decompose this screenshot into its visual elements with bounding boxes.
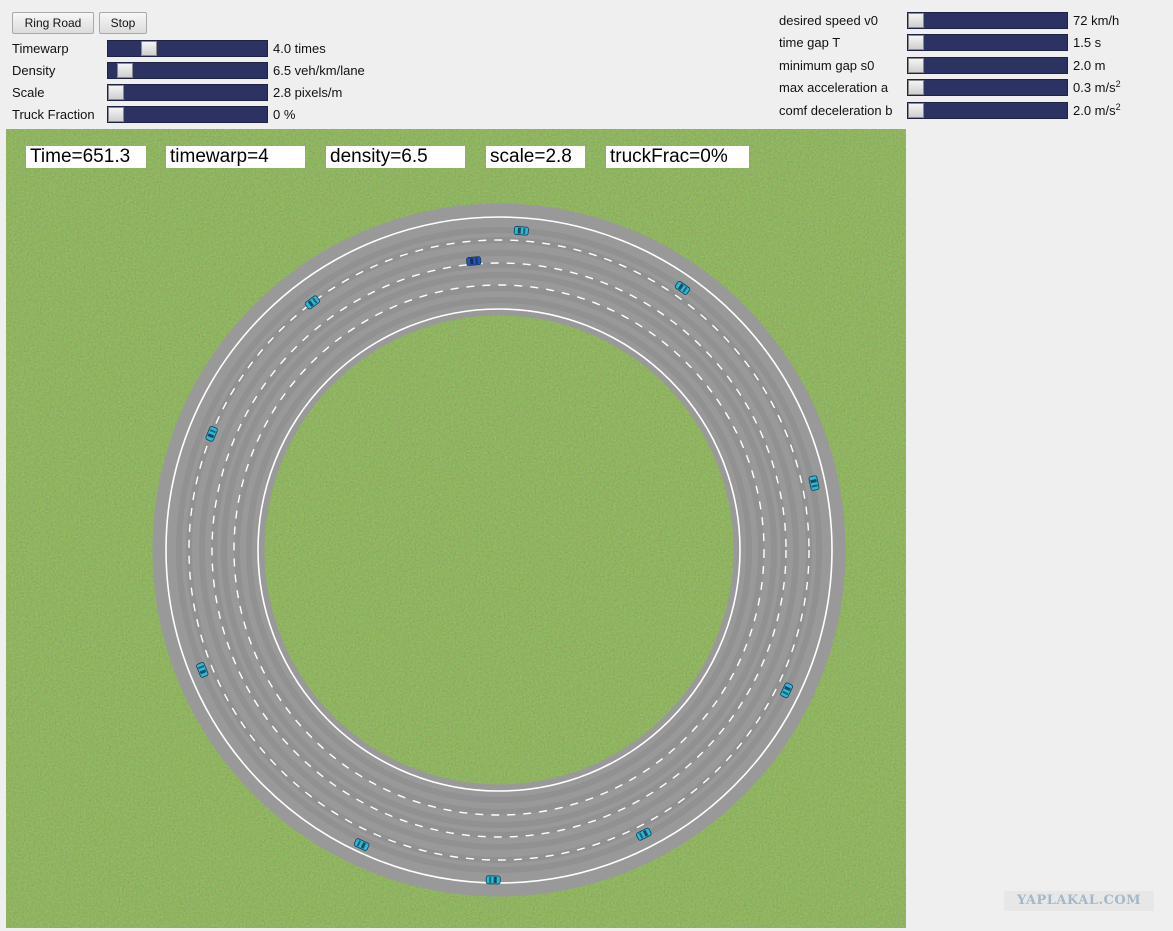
slider-value-text: 0 % — [273, 107, 296, 122]
slider-thumb[interactable] — [108, 85, 124, 100]
slider-label: Truck Fraction — [12, 107, 95, 122]
info-box: timewarp=4 — [166, 146, 305, 168]
slider-value: 1.5 s — [1073, 35, 1101, 50]
car-icon — [513, 225, 530, 236]
slider-value-text: 1.5 s — [1073, 35, 1102, 51]
slider-value-text: 2.8 pixels/m — [273, 85, 343, 100]
slider-thumb[interactable] — [108, 107, 124, 122]
slider-value-text: 2.0 m — [1073, 57, 1106, 73]
slider-track[interactable] — [107, 62, 268, 79]
slider-value: 0 % — [273, 107, 295, 122]
slider-thumb[interactable] — [908, 80, 924, 96]
watermark: YAPLAKAL.COM — [1004, 891, 1154, 911]
slider-label: Scale — [12, 85, 45, 100]
slider-label: time gap T — [779, 35, 841, 51]
slider-label: max acceleration a — [779, 80, 889, 96]
slider-value: 6.5 veh/km/lane — [273, 63, 365, 78]
simulation-canvas[interactable]: Time=651.3 timewarp=4 density=6.5 scale=2.8… — [6, 129, 906, 928]
car-icon — [465, 256, 482, 267]
slider-value-text: 72 km/h — [1073, 13, 1120, 28]
slider-label: comf deceleration b — [779, 102, 893, 118]
car-icon — [485, 875, 501, 885]
slider-value-text: 2.0 m/s — [1073, 102, 1116, 118]
slider-value-text: 6.5 veh/km/lane — [273, 63, 365, 78]
slider-thumb[interactable] — [908, 102, 924, 118]
slider-label: minimum gap s0 — [779, 57, 875, 73]
slider-label: Timewarp — [12, 41, 69, 56]
slider-track[interactable] — [907, 101, 1068, 119]
info-box: scale=2.8 — [486, 146, 585, 168]
slider-value-text: 4.0 times — [273, 41, 326, 56]
slider-thumb[interactable] — [908, 13, 924, 28]
slider-track[interactable] — [107, 84, 268, 101]
info-box: Time=651.3 — [26, 146, 146, 168]
slider-track[interactable] — [107, 106, 268, 123]
ring-road-button[interactable]: Ring Road — [12, 12, 94, 34]
slider-track[interactable] — [907, 79, 1068, 97]
slider-value: 2.0 m/s2 — [1073, 101, 1121, 118]
ring-road-scene — [6, 129, 906, 928]
slider-track[interactable] — [907, 34, 1068, 52]
slider-track[interactable] — [907, 12, 1068, 29]
slider-thumb[interactable] — [117, 63, 133, 78]
slider-value: 72 km/h — [1073, 13, 1119, 28]
slider-thumb[interactable] — [908, 35, 924, 51]
stop-button[interactable]: Stop — [99, 12, 147, 34]
slider-label: desired speed v0 — [779, 13, 879, 28]
info-box: density=6.5 — [326, 146, 465, 168]
unit-exponent: 2 — [1115, 101, 1121, 112]
slider-value: 2.8 pixels/m — [273, 85, 342, 100]
slider-value: 0.3 m/s2 — [1073, 79, 1121, 96]
slider-track[interactable] — [907, 56, 1068, 74]
slider-value: 4.0 times — [273, 41, 326, 56]
slider-track[interactable] — [107, 40, 268, 57]
slider-value-text: 0.3 m/s — [1073, 80, 1116, 96]
slider-value: 2.0 m — [1073, 58, 1106, 73]
unit-exponent: 2 — [1115, 79, 1121, 90]
slider-thumb[interactable] — [141, 41, 157, 56]
slider-label: Density — [12, 63, 56, 78]
slider-thumb[interactable] — [908, 57, 924, 73]
info-box: truckFrac=0% — [606, 146, 749, 168]
